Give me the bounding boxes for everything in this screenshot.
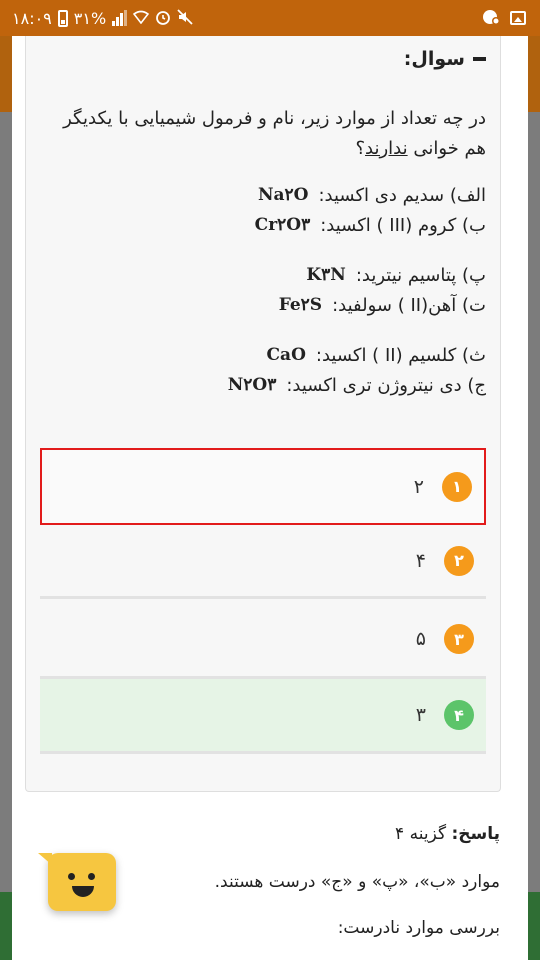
chemical-formula: Fe۲S [278,295,323,315]
chatbot-button[interactable] [38,853,116,911]
answer-label: پاسخ: [451,824,500,844]
option-number-badge: ۳ [444,624,474,654]
question-items-group-1: الف) سدیم دی اکسید: Na۲O ب) کروم (III ) … [40,180,486,240]
bot-eye [68,873,75,880]
option-4[interactable]: ۴ ۳ [40,676,486,754]
notification-icon [482,8,500,29]
emphasis-word: ندارند [365,138,408,159]
alarm-icon [155,9,171,28]
status-bar: ۱۸:۰۹ ۳۱% [0,0,540,36]
battery-icon [57,9,68,27]
question-header[interactable]: سوال: [404,48,486,70]
option-value: ۴ [415,549,426,572]
option-1[interactable]: ۱ ۲ [40,448,486,525]
option-3[interactable]: ۳ ۵ [40,602,486,676]
list-item: ب) کروم (III ) اکسید: Cr۲O۳ [254,214,486,236]
chemical-formula: CaO [266,345,306,365]
bot-mouth [72,886,94,897]
chemical-formula: N۲O۳ [227,375,277,395]
chemical-formula: K۳N [306,265,346,285]
list-item: پ) پتاسیم نیترید: K۳N [306,264,486,286]
answer-heading: پاسخ: گزینه ۴ [40,824,500,844]
question-heading: سوال: [403,48,465,70]
status-left: ۱۸:۰۹ ۳۱% [12,0,193,36]
backdrop-edge [528,892,540,960]
answer-choice: گزینه ۴ [395,824,447,844]
option-number-badge: ۱ [442,471,472,502]
clock: ۱۸:۰۹ [12,8,52,28]
bot-eye [88,873,95,880]
chemical-formula: Na۲O [257,185,309,205]
option-number-badge: ۴ [444,700,474,730]
answer-line-2: بررسی موارد نادرست: [337,918,500,938]
status-right [482,0,526,36]
option-number-badge: ۲ [444,545,474,576]
question-text: در چه تعداد از موارد زیر، نام و فرمول شی… [63,108,486,159]
backdrop-edge [526,36,540,112]
option-value: ۳ [415,704,426,726]
battery-level: ۳۱% [73,8,107,28]
backdrop-edge [528,112,540,892]
question-items-group-2: پ) پتاسیم نیترید: K۳N ت) آهن(II ) سولفید… [40,260,486,320]
chemical-formula: Cr۲O۳ [254,215,311,235]
list-item: الف) سدیم دی اکسید: Na۲O [257,184,486,206]
option-value: ۲ [413,475,424,498]
backdrop-edge [0,112,12,892]
signal-icon [112,10,128,26]
backdrop-edge [0,892,12,960]
question-items-group-3: ث) کلسیم (II ) اکسید: CaO ج) دی نیتروژن … [40,340,486,400]
mute-icon [177,8,193,28]
option-value: ۵ [415,628,426,650]
collapse-icon[interactable] [473,57,486,61]
list-item: ث) کلسیم (II ) اکسید: CaO [266,344,486,366]
list-item: ت) آهن(II ) سولفید: Fe۲S [278,294,486,316]
image-icon [510,11,526,25]
list-item: ج) دی نیتروژن تری اکسید: N۲O۳ [227,374,486,396]
option-2[interactable]: ۲ ۴ [40,525,486,599]
wifi-icon [133,10,150,27]
